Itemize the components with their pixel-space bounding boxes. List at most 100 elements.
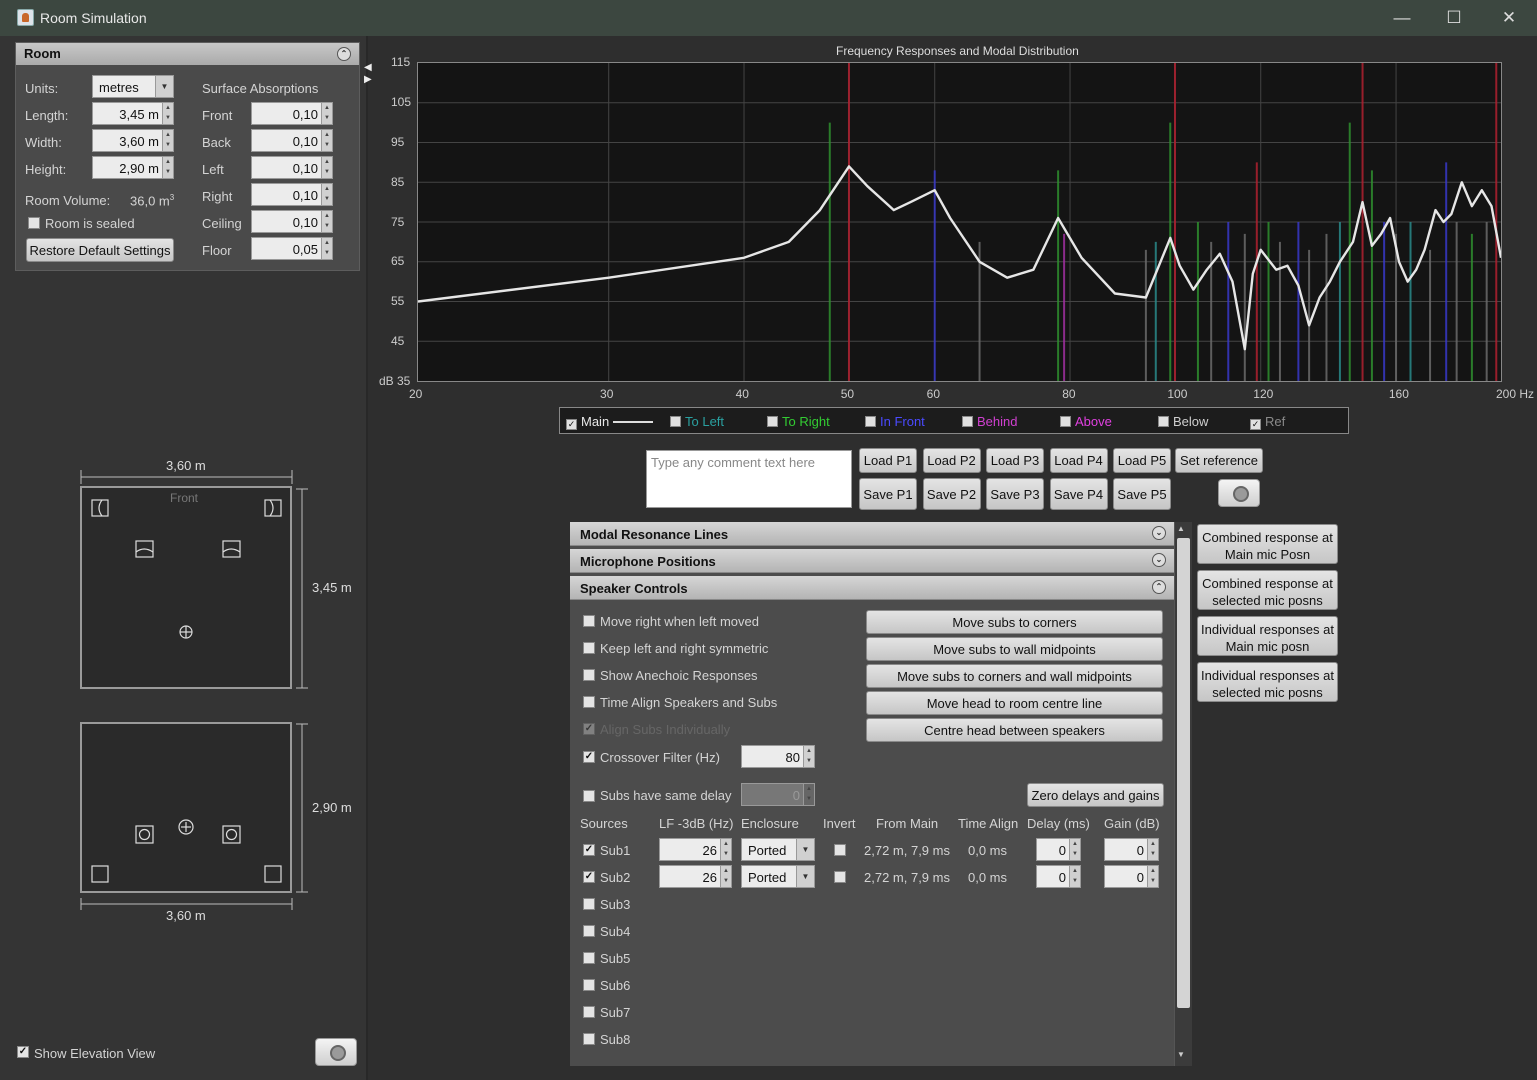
camera-icon[interactable]: [315, 1038, 357, 1066]
crossover-checkbox[interactable]: ✓: [583, 751, 595, 763]
lf-spinner[interactable]: 26 ▲ ▼: [659, 838, 732, 861]
spinner-arrows-icon[interactable]: ▲ ▼: [1147, 839, 1158, 860]
legend-checkbox[interactable]: ✓: [1250, 419, 1261, 430]
spinner-arrows-icon[interactable]: ▲ ▼: [321, 184, 332, 205]
legend-item-behind[interactable]: Behind: [962, 414, 1017, 429]
save-p5-button[interactable]: Save P5: [1113, 478, 1171, 510]
show-elevation-checkbox[interactable]: ✓: [17, 1046, 29, 1058]
spinner-arrows-icon[interactable]: ▲ ▼: [321, 211, 332, 232]
response-button-2[interactable]: Combined response at selected mic posns: [1197, 570, 1338, 610]
collapse-icon[interactable]: ⌃: [1152, 580, 1166, 594]
spinner-arrows-icon[interactable]: ▲ ▼: [321, 157, 332, 178]
legend-item-below[interactable]: Below: [1158, 414, 1208, 429]
move-button-2[interactable]: Move subs to wall midpoints: [866, 637, 1163, 661]
units-combo[interactable]: metres ▼: [92, 75, 174, 98]
width-spinner[interactable]: 3,60 m ▲ ▼: [92, 129, 174, 152]
spinner-arrows-icon[interactable]: ▲ ▼: [1069, 866, 1080, 887]
move-button-4[interactable]: Move head to room centre line: [866, 691, 1163, 715]
set-reference-button[interactable]: Set reference: [1175, 448, 1263, 473]
room-panel-header[interactable]: Room ⌃: [16, 43, 359, 65]
sub-checkbox-2[interactable]: ✓: [583, 871, 595, 883]
modal-lines-panel-header[interactable]: Modal Resonance Lines ⌄: [570, 522, 1174, 546]
room-sealed-checkbox[interactable]: [28, 217, 40, 229]
frequency-plot[interactable]: [417, 62, 1502, 382]
collapse-icon[interactable]: ⌃: [337, 47, 351, 61]
response-button-3[interactable]: Individual responses at Main mic posn: [1197, 616, 1338, 656]
option-checkbox-2[interactable]: [583, 642, 595, 654]
delay-spinner[interactable]: 0 ▲ ▼: [1036, 865, 1081, 888]
surface-spinner-back[interactable]: 0,10 ▲ ▼: [251, 129, 333, 152]
spinner-arrows-icon[interactable]: ▲ ▼: [1069, 839, 1080, 860]
expand-icon[interactable]: ⌄: [1152, 553, 1166, 567]
plot-camera-icon[interactable]: [1218, 479, 1260, 507]
surface-spinner-front[interactable]: 0,10 ▲ ▼: [251, 102, 333, 125]
plan-view[interactable]: [80, 486, 292, 689]
sub-checkbox-4[interactable]: [583, 925, 595, 937]
spinner-arrows-icon[interactable]: ▲ ▼: [720, 839, 731, 860]
speaker-controls-panel-header[interactable]: Speaker Controls ⌃: [570, 576, 1174, 600]
restore-defaults-button[interactable]: Restore Default Settings: [26, 238, 174, 262]
surface-spinner-left[interactable]: 0,10 ▲ ▼: [251, 156, 333, 179]
legend-item-above[interactable]: Above: [1060, 414, 1112, 429]
height-spinner[interactable]: 2,90 m ▲ ▼: [92, 156, 174, 179]
load-p4-button[interactable]: Load P4: [1049, 448, 1108, 473]
spinner-arrows-icon[interactable]: ▲ ▼: [803, 746, 814, 767]
legend-checkbox[interactable]: [962, 416, 973, 427]
maximize-button[interactable]: ☐: [1427, 0, 1481, 36]
invert-checkbox[interactable]: [834, 871, 846, 883]
spinner-arrows-icon[interactable]: ▲ ▼: [720, 866, 731, 887]
sub-checkbox-3[interactable]: [583, 898, 595, 910]
enclosure-combo[interactable]: Ported ▼: [741, 865, 815, 888]
chevron-down-icon[interactable]: ▼: [155, 76, 173, 97]
spinner-arrows-icon[interactable]: ▲ ▼: [162, 130, 173, 151]
length-spinner[interactable]: 3,45 m ▲ ▼: [92, 102, 174, 125]
move-button-3[interactable]: Move subs to corners and wall midpoints: [866, 664, 1163, 688]
option-checkbox-4[interactable]: [583, 696, 595, 708]
chevron-down-icon[interactable]: ▼: [796, 866, 814, 887]
load-p5-button[interactable]: Load P5: [1113, 448, 1171, 473]
legend-item-in-front[interactable]: In Front: [865, 414, 925, 429]
expand-icon[interactable]: ⌄: [1152, 526, 1166, 540]
sub-checkbox-5[interactable]: [583, 952, 595, 964]
legend-item-main[interactable]: ✓ Main: [566, 414, 654, 430]
spinner-arrows-icon[interactable]: ▲ ▼: [321, 238, 332, 259]
spinner-arrows-icon[interactable]: ▲ ▼: [321, 103, 332, 124]
sub-checkbox-7[interactable]: [583, 1006, 595, 1018]
save-p2-button[interactable]: Save P2: [922, 478, 981, 510]
legend-item-to-left[interactable]: To Left: [670, 414, 724, 429]
spinner-arrows-icon[interactable]: ▲ ▼: [1147, 866, 1158, 887]
surface-spinner-right[interactable]: 0,10 ▲ ▼: [251, 183, 333, 206]
zero-delays-button[interactable]: Zero delays and gains: [1027, 783, 1164, 807]
minimize-button[interactable]: —: [1375, 0, 1429, 36]
legend-checkbox[interactable]: [1060, 416, 1071, 427]
sub-checkbox-8[interactable]: [583, 1033, 595, 1045]
option-checkbox-3[interactable]: [583, 669, 595, 681]
legend-checkbox[interactable]: [767, 416, 778, 427]
load-p3-button[interactable]: Load P3: [986, 448, 1044, 473]
chevron-down-icon[interactable]: ▼: [796, 839, 814, 860]
spinner-arrows-icon[interactable]: ▲ ▼: [162, 103, 173, 124]
legend-checkbox[interactable]: [1158, 416, 1169, 427]
gain-spinner[interactable]: 0 ▲ ▼: [1104, 838, 1159, 861]
legend-checkbox[interactable]: [670, 416, 681, 427]
response-button-4[interactable]: Individual responses at selected mic pos…: [1197, 662, 1338, 702]
crossover-spinner[interactable]: 80 ▲ ▼: [741, 745, 815, 768]
elevation-view[interactable]: [80, 722, 292, 893]
legend-item-to-right[interactable]: To Right: [767, 414, 830, 429]
enclosure-combo[interactable]: Ported ▼: [741, 838, 815, 861]
gain-spinner[interactable]: 0 ▲ ▼: [1104, 865, 1159, 888]
response-button-1[interactable]: Combined response at Main mic Posn: [1197, 524, 1338, 564]
lf-spinner[interactable]: 26 ▲ ▼: [659, 865, 732, 888]
same-delay-checkbox[interactable]: [583, 790, 595, 802]
close-button[interactable]: ✕: [1482, 0, 1536, 36]
load-p1-button[interactable]: Load P1: [859, 448, 917, 473]
legend-checkbox[interactable]: [865, 416, 876, 427]
option-checkbox-1[interactable]: [583, 615, 595, 627]
scrollbar-thumb[interactable]: [1177, 538, 1190, 1008]
comment-input[interactable]: Type any comment text here: [646, 450, 852, 508]
accordion-scrollbar[interactable]: ▲ ▼: [1174, 522, 1192, 1066]
save-p4-button[interactable]: Save P4: [1049, 478, 1108, 510]
legend-item-ref[interactable]: ✓ Ref: [1250, 414, 1285, 430]
splitter-arrows-icon[interactable]: ◀ ▶: [364, 62, 372, 86]
scroll-up-icon[interactable]: ▲: [1177, 524, 1185, 533]
